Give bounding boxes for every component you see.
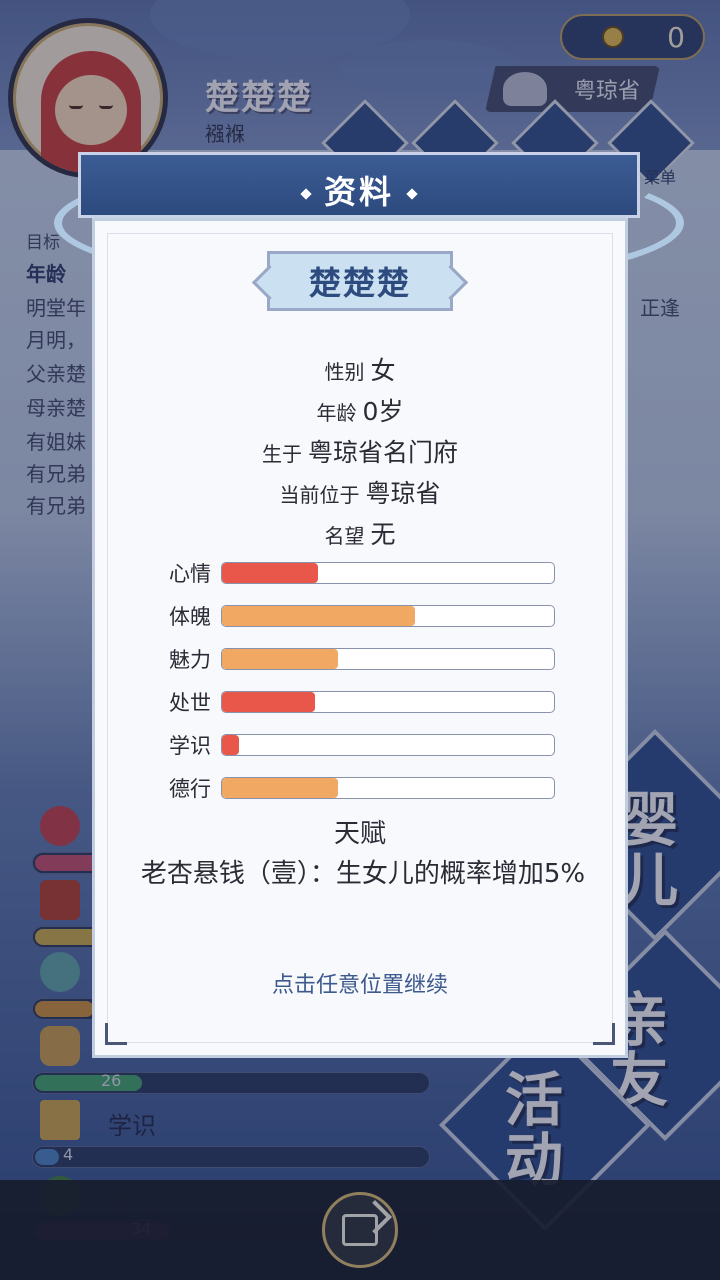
birthplace-line: 生于 粤琼省名门府 bbox=[95, 433, 625, 469]
current-location-value: 粤琼省 bbox=[365, 479, 441, 508]
stat-fill bbox=[222, 735, 239, 755]
stat-mood: 心情 bbox=[155, 560, 565, 586]
stat-bar bbox=[221, 562, 555, 584]
corner-ornament bbox=[593, 1023, 615, 1045]
name-plate: 楚楚楚 bbox=[267, 251, 453, 311]
talent-title: 天赋 bbox=[333, 819, 386, 849]
profile-dialog[interactable]: 楚楚楚 性别女 年龄 0岁 生于 粤琼省名门府 当前位于 粤琼省 名望无 心情 体魄 … bbox=[92, 218, 628, 1058]
stat-virtue: 德行 bbox=[155, 775, 565, 801]
stat-fill bbox=[222, 778, 339, 798]
continue-hint[interactable]: 点击任意位置继续 bbox=[95, 967, 625, 999]
stat-label: 魅力 bbox=[169, 648, 211, 672]
stat-label: 学识 bbox=[169, 734, 211, 758]
reputation-value: 无 bbox=[370, 520, 396, 549]
profile-name: 楚楚楚 bbox=[308, 264, 411, 302]
reputation-line: 名望无 bbox=[95, 515, 625, 551]
birthplace-label: 生于 bbox=[261, 442, 302, 466]
current-location-label: 当前位于 bbox=[279, 483, 360, 507]
talent-description: 老杏悬钱（壹）：生女儿的概率增加5% bbox=[140, 859, 586, 889]
stat-bar bbox=[221, 648, 555, 670]
stat-bar bbox=[221, 734, 555, 756]
stat-label: 心情 bbox=[169, 562, 211, 586]
title-dot-icon bbox=[406, 188, 418, 200]
current-location-line: 当前位于 粤琼省 bbox=[95, 474, 625, 510]
stat-bar bbox=[221, 691, 555, 713]
stat-social: 处世 bbox=[155, 689, 565, 715]
stat-knowledge: 学识 bbox=[155, 732, 565, 758]
gender-label: 性别 bbox=[324, 360, 365, 384]
gender-line: 性别女 bbox=[95, 351, 625, 387]
stat-charm: 魅力 bbox=[155, 646, 565, 672]
gender-value: 女 bbox=[370, 356, 396, 385]
title-dot-icon bbox=[300, 188, 312, 200]
dialog-title-wrap: 资料 bbox=[81, 167, 637, 213]
stat-bar bbox=[221, 777, 555, 799]
reputation-label: 名望 bbox=[324, 524, 365, 548]
stat-fill bbox=[222, 649, 339, 669]
age-value: 0岁 bbox=[362, 397, 404, 426]
corner-ornament bbox=[105, 1023, 127, 1045]
stat-physique: 体魄 bbox=[155, 603, 565, 629]
stat-fill bbox=[222, 692, 315, 712]
dialog-header: 资料 bbox=[78, 152, 640, 218]
age-line: 年龄 0岁 bbox=[95, 392, 625, 428]
stat-fill bbox=[222, 563, 319, 583]
stat-label: 处世 bbox=[169, 691, 211, 715]
dialog-title: 资料 bbox=[323, 173, 394, 211]
stat-label: 德行 bbox=[169, 777, 211, 801]
age-label: 年龄 bbox=[316, 401, 357, 425]
stat-label: 体魄 bbox=[169, 605, 211, 629]
stat-fill bbox=[222, 606, 415, 626]
stat-bar bbox=[221, 605, 555, 627]
birthplace-value: 粤琼省名门府 bbox=[307, 438, 458, 467]
